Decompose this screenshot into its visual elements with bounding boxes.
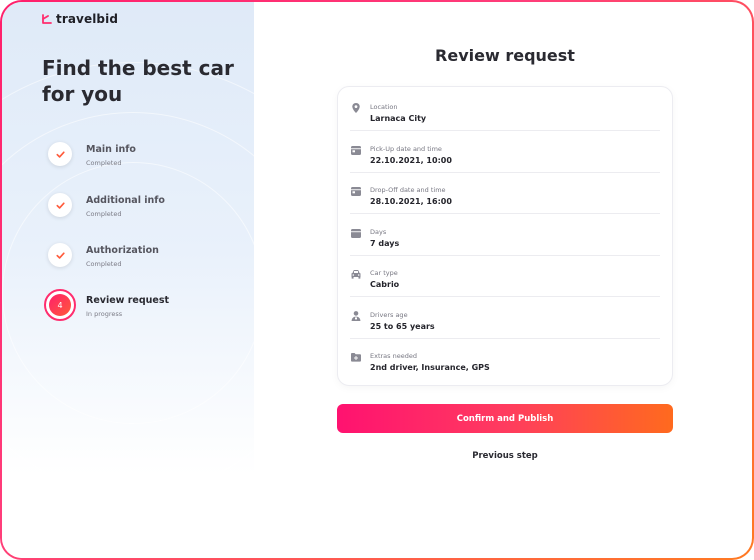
detail-value: 2nd driver, Insurance, GPS <box>370 363 490 372</box>
step-authorization[interactable]: Authorization Completed <box>46 241 236 275</box>
extras-icon <box>350 351 362 363</box>
detail-label: Extras needed <box>370 352 417 360</box>
step-status: Completed <box>86 159 122 167</box>
detail-value: 25 to 65 years <box>370 322 435 331</box>
page-title: Review request <box>435 46 575 65</box>
detail-value: 7 days <box>370 239 400 248</box>
detail-label: Days <box>370 228 387 236</box>
detail-value: Larnaca City <box>370 114 427 123</box>
check-icon <box>55 201 65 209</box>
step-title: Review request <box>86 295 170 306</box>
check-icon <box>55 251 65 259</box>
driver-icon <box>350 310 362 322</box>
brand-logo[interactable]: travelbid <box>42 12 118 26</box>
confirm-and-publish-button[interactable]: Confirm and Publish <box>337 404 673 433</box>
sidebar: travelbid Find the best car for you Main… <box>2 2 254 558</box>
step-number: 4 <box>49 294 71 316</box>
calendar-icon <box>350 144 362 156</box>
app-frame: travelbid Find the best car for you Main… <box>0 0 754 560</box>
detail-label: Car type <box>370 269 398 277</box>
location-pin-icon <box>350 102 362 114</box>
divider <box>350 130 660 131</box>
car-icon <box>350 268 362 280</box>
calendar-icon <box>350 185 362 197</box>
divider <box>350 296 660 297</box>
detail-label: Drivers age <box>370 311 408 319</box>
previous-step-link[interactable]: Previous step <box>337 451 673 461</box>
detail-label: Drop-Off date and time <box>370 186 446 194</box>
sidebar-headline: Find the best car for you <box>42 56 234 106</box>
step-additional-info[interactable]: Additional info Completed <box>46 191 236 225</box>
detail-row-extras: Extras needed 2nd driver, Insurance, GPS <box>350 339 660 380</box>
app-window: travelbid Find the best car for you Main… <box>2 2 752 558</box>
detail-row-drivers-age: Drivers age 25 to 65 years <box>350 298 660 339</box>
travelbid-logo-icon <box>42 14 52 24</box>
detail-label: Location <box>370 103 398 111</box>
detail-label: Pick-Up date and time <box>370 145 442 153</box>
detail-row-location: Location Larnaca City <box>350 90 660 131</box>
step-status: In progress <box>86 310 123 318</box>
request-summary-card: Location Larnaca City Pick-Up date and t… <box>337 86 673 386</box>
detail-row-pickup: Pick-Up date and time 22.10.2021, 10:00 <box>350 132 660 173</box>
step-title: Authorization <box>86 245 159 256</box>
step-completed-badge <box>48 142 72 166</box>
step-completed-badge <box>48 193 72 217</box>
step-title: Main info <box>86 144 136 155</box>
step-completed-badge <box>48 243 72 267</box>
step-active-badge: 4 <box>44 289 76 321</box>
detail-value: Cabrio <box>370 280 400 289</box>
divider <box>350 213 660 214</box>
detail-value: 28.10.2021, 16:00 <box>370 197 452 206</box>
step-main-info[interactable]: Main info Completed <box>46 140 236 174</box>
brand-name: travelbid <box>56 12 119 26</box>
step-review-request[interactable]: 4 Review request In progress <box>44 289 236 325</box>
step-status: Completed <box>86 210 122 218</box>
step-status: Completed <box>86 260 122 268</box>
detail-row-days: Days 7 days <box>350 215 660 256</box>
detail-row-car-type: Car type Cabrio <box>350 256 660 297</box>
check-icon <box>55 150 65 158</box>
detail-value: 22.10.2021, 10:00 <box>370 156 452 165</box>
detail-row-dropoff: Drop-Off date and time 28.10.2021, 16:00 <box>350 173 660 214</box>
step-title: Additional info <box>86 195 165 206</box>
calendar-days-icon <box>350 227 362 239</box>
